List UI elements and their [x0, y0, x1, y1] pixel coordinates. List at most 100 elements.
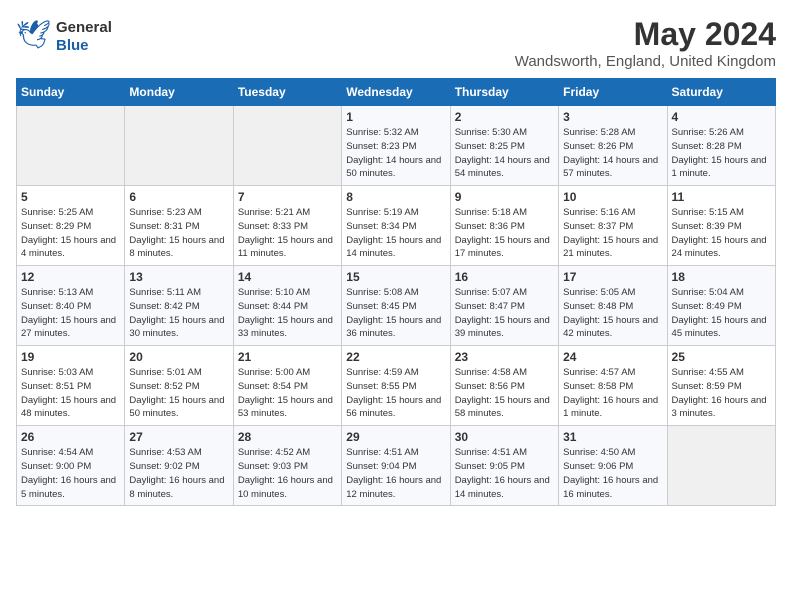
day-number: 28	[238, 430, 337, 444]
calendar-cell: 6 Sunrise: 5:23 AM Sunset: 8:31 PM Dayli…	[125, 186, 233, 266]
calendar-cell: 10 Sunrise: 5:16 AM Sunset: 8:37 PM Dayl…	[559, 186, 667, 266]
calendar-cell: 27 Sunrise: 4:53 AM Sunset: 9:02 PM Dayl…	[125, 426, 233, 506]
calendar-cell: 9 Sunrise: 5:18 AM Sunset: 8:36 PM Dayli…	[450, 186, 558, 266]
calendar-cell: 15 Sunrise: 5:08 AM Sunset: 8:45 PM Dayl…	[342, 266, 450, 346]
day-number: 5	[21, 190, 120, 204]
col-header-tuesday: Tuesday	[233, 79, 341, 106]
calendar-cell: 17 Sunrise: 5:05 AM Sunset: 8:48 PM Dayl…	[559, 266, 667, 346]
calendar-cell: 7 Sunrise: 5:21 AM Sunset: 8:33 PM Dayli…	[233, 186, 341, 266]
calendar-cell: 22 Sunrise: 4:59 AM Sunset: 8:55 PM Dayl…	[342, 346, 450, 426]
logo-general: General	[56, 19, 112, 37]
calendar-cell	[17, 106, 125, 186]
day-info: Sunrise: 5:10 AM Sunset: 8:44 PM Dayligh…	[238, 286, 337, 341]
calendar-cell: 28 Sunrise: 4:52 AM Sunset: 9:03 PM Dayl…	[233, 426, 341, 506]
day-number: 14	[238, 270, 337, 284]
calendar-cell: 25 Sunrise: 4:55 AM Sunset: 8:59 PM Dayl…	[667, 346, 775, 426]
calendar-cell: 20 Sunrise: 5:01 AM Sunset: 8:52 PM Dayl…	[125, 346, 233, 426]
day-number: 9	[455, 190, 554, 204]
calendar-cell: 3 Sunrise: 5:28 AM Sunset: 8:26 PM Dayli…	[559, 106, 667, 186]
svg-text:🕊: 🕊	[16, 19, 52, 50]
calendar-cell: 4 Sunrise: 5:26 AM Sunset: 8:28 PM Dayli…	[667, 106, 775, 186]
day-info: Sunrise: 5:05 AM Sunset: 8:48 PM Dayligh…	[563, 286, 662, 341]
day-info: Sunrise: 5:11 AM Sunset: 8:42 PM Dayligh…	[129, 286, 228, 341]
day-info: Sunrise: 4:54 AM Sunset: 9:00 PM Dayligh…	[21, 446, 120, 501]
location-title: Wandsworth, England, United Kingdom	[515, 53, 776, 70]
day-info: Sunrise: 4:55 AM Sunset: 8:59 PM Dayligh…	[672, 366, 771, 421]
day-info: Sunrise: 5:23 AM Sunset: 8:31 PM Dayligh…	[129, 206, 228, 261]
calendar-cell: 24 Sunrise: 4:57 AM Sunset: 8:58 PM Dayl…	[559, 346, 667, 426]
calendar-cell: 18 Sunrise: 5:04 AM Sunset: 8:49 PM Dayl…	[667, 266, 775, 346]
day-number: 8	[346, 190, 445, 204]
calendar-cell: 14 Sunrise: 5:10 AM Sunset: 8:44 PM Dayl…	[233, 266, 341, 346]
col-header-saturday: Saturday	[667, 79, 775, 106]
calendar-cell: 23 Sunrise: 4:58 AM Sunset: 8:56 PM Dayl…	[450, 346, 558, 426]
calendar-cell: 12 Sunrise: 5:13 AM Sunset: 8:40 PM Dayl…	[17, 266, 125, 346]
calendar-cell: 31 Sunrise: 4:50 AM Sunset: 9:06 PM Dayl…	[559, 426, 667, 506]
day-number: 16	[455, 270, 554, 284]
day-info: Sunrise: 5:03 AM Sunset: 8:51 PM Dayligh…	[21, 366, 120, 421]
page-header: 🕊 General Blue May 2024 Wandsworth, Engl…	[16, 16, 776, 70]
day-number: 27	[129, 430, 228, 444]
day-info: Sunrise: 5:16 AM Sunset: 8:37 PM Dayligh…	[563, 206, 662, 261]
day-number: 6	[129, 190, 228, 204]
day-info: Sunrise: 4:53 AM Sunset: 9:02 PM Dayligh…	[129, 446, 228, 501]
col-header-thursday: Thursday	[450, 79, 558, 106]
day-number: 2	[455, 110, 554, 124]
calendar-cell: 21 Sunrise: 5:00 AM Sunset: 8:54 PM Dayl…	[233, 346, 341, 426]
col-header-friday: Friday	[559, 79, 667, 106]
calendar-cell: 19 Sunrise: 5:03 AM Sunset: 8:51 PM Dayl…	[17, 346, 125, 426]
day-number: 3	[563, 110, 662, 124]
col-header-sunday: Sunday	[17, 79, 125, 106]
calendar-table: SundayMondayTuesdayWednesdayThursdayFrid…	[16, 78, 776, 506]
day-info: Sunrise: 5:00 AM Sunset: 8:54 PM Dayligh…	[238, 366, 337, 421]
day-number: 15	[346, 270, 445, 284]
day-info: Sunrise: 4:57 AM Sunset: 8:58 PM Dayligh…	[563, 366, 662, 421]
day-number: 4	[672, 110, 771, 124]
calendar-cell: 29 Sunrise: 4:51 AM Sunset: 9:04 PM Dayl…	[342, 426, 450, 506]
day-info: Sunrise: 5:15 AM Sunset: 8:39 PM Dayligh…	[672, 206, 771, 261]
day-info: Sunrise: 4:59 AM Sunset: 8:55 PM Dayligh…	[346, 366, 445, 421]
col-header-wednesday: Wednesday	[342, 79, 450, 106]
calendar-cell	[667, 426, 775, 506]
month-title: May 2024	[515, 16, 776, 53]
day-number: 24	[563, 350, 662, 364]
day-info: Sunrise: 5:25 AM Sunset: 8:29 PM Dayligh…	[21, 206, 120, 261]
calendar-cell: 13 Sunrise: 5:11 AM Sunset: 8:42 PM Dayl…	[125, 266, 233, 346]
calendar-week-5: 26 Sunrise: 4:54 AM Sunset: 9:00 PM Dayl…	[17, 426, 776, 506]
day-number: 31	[563, 430, 662, 444]
day-info: Sunrise: 5:04 AM Sunset: 8:49 PM Dayligh…	[672, 286, 771, 341]
logo-blue: Blue	[56, 37, 112, 55]
calendar-cell: 1 Sunrise: 5:32 AM Sunset: 8:23 PM Dayli…	[342, 106, 450, 186]
title-block: May 2024 Wandsworth, England, United Kin…	[515, 16, 776, 70]
day-number: 30	[455, 430, 554, 444]
day-number: 10	[563, 190, 662, 204]
day-info: Sunrise: 4:58 AM Sunset: 8:56 PM Dayligh…	[455, 366, 554, 421]
day-info: Sunrise: 5:01 AM Sunset: 8:52 PM Dayligh…	[129, 366, 228, 421]
day-info: Sunrise: 5:30 AM Sunset: 8:25 PM Dayligh…	[455, 126, 554, 181]
day-number: 20	[129, 350, 228, 364]
calendar-week-1: 1 Sunrise: 5:32 AM Sunset: 8:23 PM Dayli…	[17, 106, 776, 186]
day-number: 23	[455, 350, 554, 364]
day-info: Sunrise: 5:19 AM Sunset: 8:34 PM Dayligh…	[346, 206, 445, 261]
logo-icon: 🕊	[16, 16, 52, 57]
calendar-cell: 5 Sunrise: 5:25 AM Sunset: 8:29 PM Dayli…	[17, 186, 125, 266]
day-number: 11	[672, 190, 771, 204]
day-info: Sunrise: 5:08 AM Sunset: 8:45 PM Dayligh…	[346, 286, 445, 341]
calendar-cell	[125, 106, 233, 186]
day-info: Sunrise: 4:50 AM Sunset: 9:06 PM Dayligh…	[563, 446, 662, 501]
calendar-cell: 30 Sunrise: 4:51 AM Sunset: 9:05 PM Dayl…	[450, 426, 558, 506]
logo: 🕊 General Blue	[16, 16, 112, 57]
day-number: 26	[21, 430, 120, 444]
day-number: 22	[346, 350, 445, 364]
day-number: 12	[21, 270, 120, 284]
day-info: Sunrise: 5:28 AM Sunset: 8:26 PM Dayligh…	[563, 126, 662, 181]
calendar-week-3: 12 Sunrise: 5:13 AM Sunset: 8:40 PM Dayl…	[17, 266, 776, 346]
calendar-week-2: 5 Sunrise: 5:25 AM Sunset: 8:29 PM Dayli…	[17, 186, 776, 266]
day-number: 25	[672, 350, 771, 364]
day-number: 21	[238, 350, 337, 364]
day-number: 7	[238, 190, 337, 204]
day-number: 19	[21, 350, 120, 364]
calendar-cell: 2 Sunrise: 5:30 AM Sunset: 8:25 PM Dayli…	[450, 106, 558, 186]
day-info: Sunrise: 4:51 AM Sunset: 9:04 PM Dayligh…	[346, 446, 445, 501]
day-info: Sunrise: 5:13 AM Sunset: 8:40 PM Dayligh…	[21, 286, 120, 341]
